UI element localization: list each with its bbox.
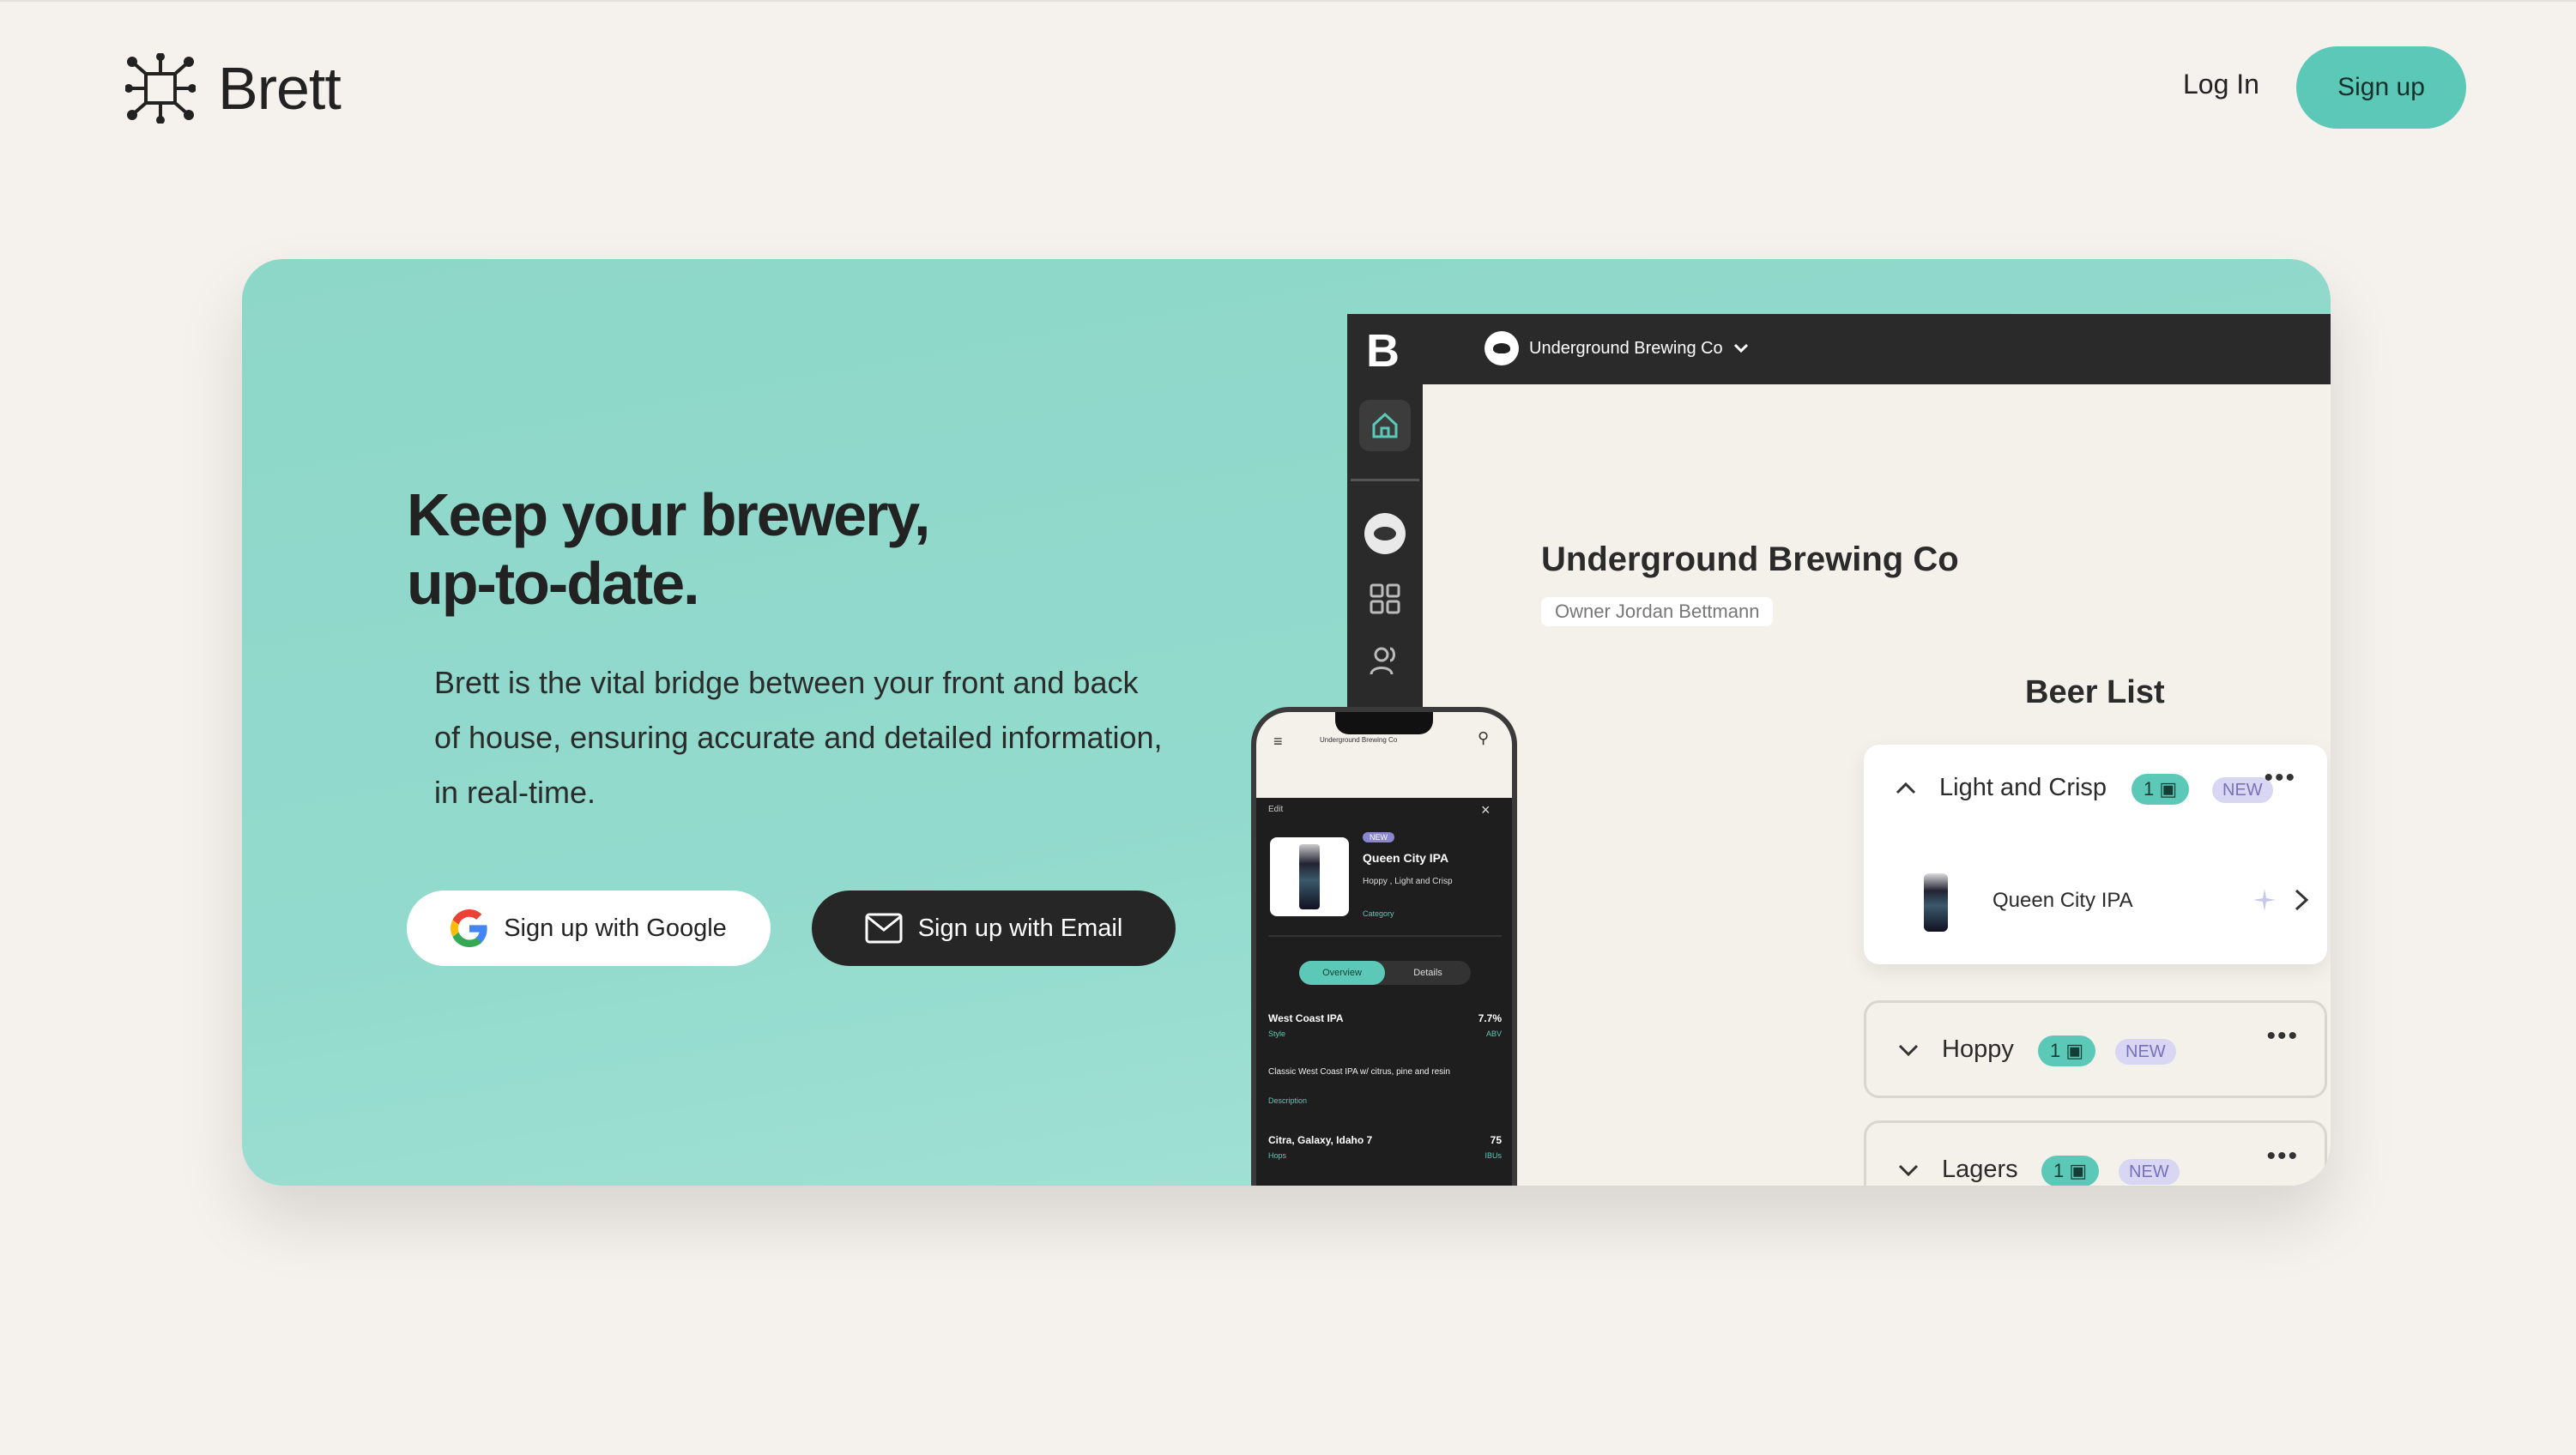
style-label: Style (1268, 1029, 1286, 1038)
hops-value: Citra, Galaxy, Idaho 7 (1268, 1134, 1373, 1146)
category-lagers[interactable]: Lagers 1 ▣ NEW ••• (1864, 1120, 2327, 1186)
grid-icon (1370, 583, 1400, 614)
chevron-right-icon (2295, 889, 2309, 911)
tab-details: Details (1413, 968, 1442, 978)
beer-count-badge: 1 ▣ (2132, 774, 2190, 805)
brand-logo[interactable]: Brett (125, 53, 342, 124)
email-button-label: Sign up with Email (917, 914, 1123, 942)
chevron-down-icon (1733, 343, 1748, 353)
beer-list-title: Beer List (2025, 674, 2165, 710)
app-logo: B (1366, 325, 1400, 377)
brewery-avatar (1485, 331, 1519, 365)
more-options-icon[interactable]: ••• (2266, 1142, 2299, 1171)
chevron-down-icon (1898, 1044, 1919, 1057)
hero-description: Brett is the vital bridge between your f… (434, 665, 1163, 810)
new-badge: NEW (2115, 1039, 2176, 1065)
divider (1268, 935, 1502, 937)
google-button-label: Sign up with Google (504, 914, 727, 942)
category-name: Lagers (1942, 1156, 2018, 1183)
category-label: Category (1363, 909, 1394, 918)
phone-screenshot: ≡ Underground Brewing Co ⚲ Edit × NEW Qu… (1251, 707, 1517, 1186)
hero-headline: Keep your brewery, up-to-date. (407, 480, 1059, 618)
category-light-and-crisp: Light and Crisp 1 ▣ NEW ••• Queen City I… (1864, 745, 2327, 964)
category-hoppy[interactable]: Hoppy 1 ▣ NEW ••• (1864, 1000, 2327, 1098)
beer-detail-sheet: Edit × NEW Queen City IPA Hoppy , Light … (1256, 798, 1512, 1186)
home-icon (1359, 400, 1411, 451)
brewery-title: Underground Brewing Co (1541, 540, 1959, 578)
menu-icon: ≡ (1273, 733, 1283, 750)
sidebar-divider (1351, 479, 1419, 481)
beer-can-image (1924, 873, 1948, 932)
chevron-down-icon (1898, 1164, 1919, 1177)
brand-name: Brett (218, 55, 342, 122)
style-value: West Coast IPA (1268, 1012, 1344, 1024)
chevron-up-icon (1896, 782, 1916, 794)
phone-notch (1335, 712, 1433, 734)
more-options-icon[interactable]: ••• (2266, 1022, 2299, 1051)
mail-icon (865, 913, 903, 944)
signup-button[interactable]: Sign up (2296, 46, 2466, 129)
beer-name: Queen City IPA (1363, 851, 1449, 865)
category-header[interactable]: Hoppy 1 ▣ NEW ••• (1866, 1003, 2330, 1094)
phone-header-title: Underground Brewing Co (1320, 736, 1398, 744)
new-badge: NEW (1363, 832, 1394, 842)
beer-count-badge: 1 ▣ (2041, 1156, 2100, 1186)
brewery-selector-label: Underground Brewing Co (1529, 338, 1723, 358)
beer-categories: Hoppy , Light and Crisp (1363, 877, 1453, 886)
edit-label: Edit (1268, 805, 1284, 814)
signup-email-button[interactable]: Sign up with Email (812, 891, 1176, 966)
tab-overview: Overview (1299, 961, 1385, 985)
users-icon (1370, 647, 1395, 675)
description-value: Classic West Coast IPA w/ citrus, pine a… (1268, 1067, 1450, 1077)
headline-line-2: up-to-date. (407, 550, 700, 617)
close-icon: × (1481, 801, 1491, 818)
more-options-icon[interactable]: ••• (2264, 764, 2296, 793)
category-header[interactable]: Lagers 1 ▣ NEW ••• (1866, 1123, 2330, 1186)
beer-can-image (1270, 837, 1349, 916)
sparkle-icon (2253, 889, 2276, 911)
beer-list-item[interactable]: Queen City IPA (1864, 860, 2327, 945)
abv-label: ABV (1485, 1029, 1502, 1038)
category-name: Hoppy (1942, 1035, 2014, 1063)
beer-name: Queen City IPA (1992, 889, 2133, 912)
hops-label: Hops (1268, 1151, 1287, 1160)
category-name: Light and Crisp (1939, 774, 2107, 801)
category-header[interactable]: Light and Crisp 1 ▣ NEW ••• (1864, 745, 2327, 836)
login-link[interactable]: Log In (2183, 69, 2259, 100)
description-label: Description (1268, 1096, 1308, 1105)
new-badge: NEW (2119, 1159, 2180, 1185)
signup-google-button[interactable]: Sign up with Google (407, 891, 771, 966)
brewery-selector: Underground Brewing Co (1485, 331, 1749, 365)
ibu-label: IBUs (1485, 1151, 1502, 1160)
detail-tabs: Overview Details (1299, 961, 1471, 985)
ibu-value: 75 (1490, 1134, 1502, 1146)
brett-network-icon (125, 53, 196, 124)
beer-count-badge: 1 ▣ (2038, 1035, 2096, 1066)
owner-badge: Owner Jordan Bettmann (1541, 597, 1774, 626)
search-icon: ⚲ (1478, 729, 1490, 746)
headline-line-1: Keep your brewery, (407, 481, 931, 548)
app-topbar: B Underground Brewing Co (1347, 314, 2331, 384)
hero-card: Keep your brewery, up-to-date. Brett is … (242, 259, 2331, 1186)
google-icon (450, 909, 487, 947)
abv-value: 7.7% (1478, 1012, 1502, 1024)
brewery-avatar-icon (1364, 513, 1406, 554)
